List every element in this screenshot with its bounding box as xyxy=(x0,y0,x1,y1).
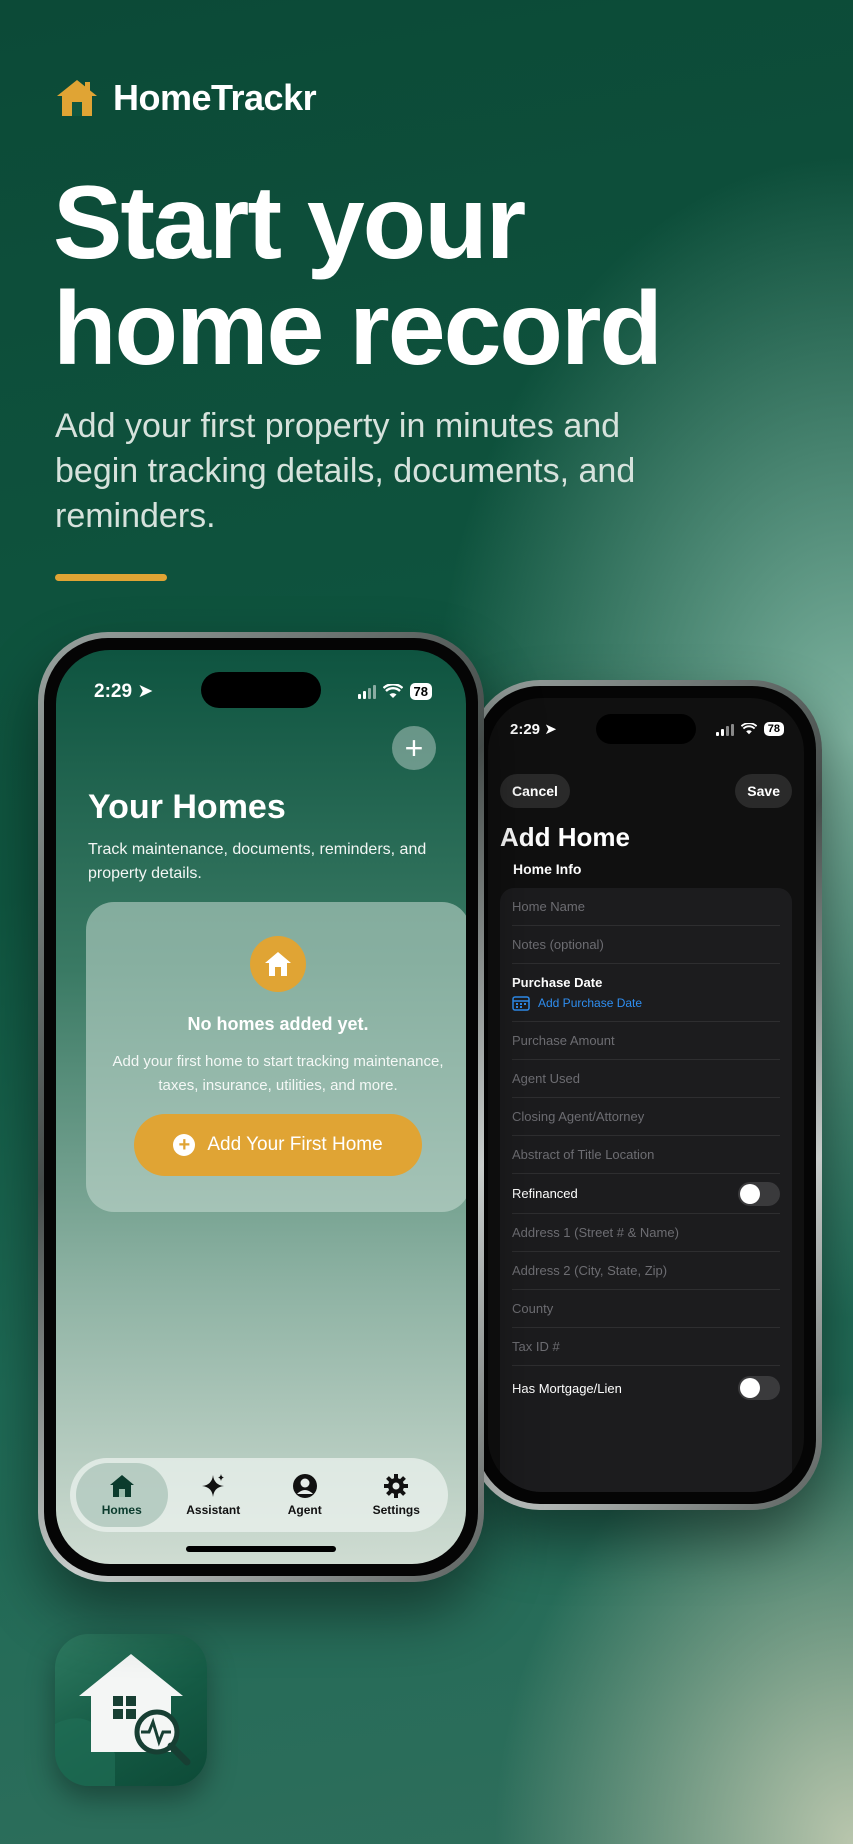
abstract-title-field[interactable]: Abstract of Title Location xyxy=(512,1136,780,1174)
refinanced-toggle[interactable] xyxy=(738,1181,780,1206)
refinanced-label: Refinanced xyxy=(512,1186,578,1201)
empty-title: No homes added yet. xyxy=(187,1014,369,1034)
plus-icon: + xyxy=(404,730,424,766)
add-first-home-button[interactable]: + Add Your First Home xyxy=(134,1114,422,1176)
cellular-signal-icon xyxy=(715,722,734,736)
add-home-screen: 2:29 ➤ 78 Cancel Save Add Home Home Info… xyxy=(488,698,804,1492)
page-description: Track maintenance, documents, reminders,… xyxy=(88,841,427,882)
cellular-signal-icon xyxy=(357,684,376,699)
person-icon xyxy=(292,1474,317,1498)
save-button[interactable]: Save xyxy=(735,774,792,808)
tab-agent[interactable]: Agent xyxy=(259,1463,351,1527)
tab-bar: Homes Assistant Agent Settings xyxy=(70,1458,448,1532)
closing-agent-field[interactable]: Closing Agent/Attorney xyxy=(512,1098,780,1136)
refinanced-row: Refinanced xyxy=(512,1174,780,1214)
wifi-icon xyxy=(382,684,403,698)
agent-used-field[interactable]: Agent Used xyxy=(512,1060,780,1098)
home-info-form: Home Name Notes (optional) Purchase Date… xyxy=(500,888,792,1492)
location-arrow-icon: ➤ xyxy=(544,721,557,738)
empty-state-card: No homes added yet. Add your first home … xyxy=(86,902,466,1212)
add-purchase-date-link[interactable]: Add Purchase Date xyxy=(512,995,642,1011)
has-mortgage-label: Has Mortgage/Lien xyxy=(512,1380,622,1396)
county-field[interactable]: County xyxy=(512,1290,780,1328)
phone-add-home: 2:29 ➤ 78 Cancel Save Add Home Home Info… xyxy=(470,680,822,1510)
brand-header: HomeTrackr xyxy=(55,76,317,120)
brand-name: HomeTrackr xyxy=(113,77,317,118)
form-title: Add Home xyxy=(500,822,630,852)
status-time: 2:29 ➤ xyxy=(510,721,557,738)
app-icon xyxy=(55,1634,207,1786)
add-first-home-label: Add Your First Home xyxy=(207,1134,383,1155)
cancel-button[interactable]: Cancel xyxy=(500,774,570,808)
status-bar: 2:29 ➤ 78 xyxy=(56,680,466,703)
tab-settings[interactable]: Settings xyxy=(351,1463,443,1527)
page-title: Your Homes xyxy=(88,788,286,826)
home-name-field[interactable]: Home Name xyxy=(512,888,780,926)
phone-bezel: 2:29 ➤ 78 Cancel Save Add Home Home Info… xyxy=(476,686,816,1504)
phone-homes: 2:29 ➤ 78 + Your Homes Track maintenance… xyxy=(38,632,484,1582)
status-time: 2:29 ➤ xyxy=(94,681,154,702)
has-mortgage-row: Has Mortgage/Lien xyxy=(512,1366,780,1410)
address1-field[interactable]: Address 1 (Street # & Name) xyxy=(512,1214,780,1252)
location-arrow-icon: ➤ xyxy=(137,681,154,702)
homes-screen: 2:29 ➤ 78 + Your Homes Track maintenance… xyxy=(56,650,466,1564)
empty-house-badge xyxy=(250,936,306,992)
hero-subhead: Add your first property in minutes and b… xyxy=(55,407,636,535)
home-indicator xyxy=(186,1546,336,1552)
tab-homes-label: Homes xyxy=(101,1503,142,1517)
tab-homes[interactable]: Homes xyxy=(76,1463,168,1527)
empty-description: Add your first home to start tracking ma… xyxy=(112,1053,444,1094)
phone-bezel: 2:29 ➤ 78 + Your Homes Track maintenance… xyxy=(44,638,478,1576)
wifi-icon xyxy=(740,723,757,735)
house-icon xyxy=(57,80,97,116)
sparkle-icon xyxy=(202,1474,225,1497)
tab-assistant[interactable]: Assistant xyxy=(168,1463,260,1527)
address2-field[interactable]: Address 2 (City, State, Zip) xyxy=(512,1252,780,1290)
notes-field[interactable]: Notes (optional) xyxy=(512,926,780,964)
tab-assistant-label: Assistant xyxy=(186,1503,241,1517)
house-monitor-icon xyxy=(55,1654,191,1786)
tax-id-field[interactable]: Tax ID # xyxy=(512,1328,780,1366)
add-purchase-date-label: Add Purchase Date xyxy=(538,995,643,1010)
battery-indicator: 78 xyxy=(763,722,784,736)
calendar-icon xyxy=(512,995,530,1011)
section-header: Home Info xyxy=(513,861,582,877)
gear-icon xyxy=(384,1474,409,1498)
tab-settings-label: Settings xyxy=(372,1503,420,1517)
house-icon xyxy=(265,952,291,976)
house-icon xyxy=(109,1475,134,1497)
battery-indicator: 78 xyxy=(409,683,432,700)
plus-circle-icon: + xyxy=(173,1134,196,1156)
hero-headline: Start your home record xyxy=(53,170,773,382)
purchase-date-label: Purchase Date xyxy=(512,974,603,990)
has-mortgage-toggle[interactable] xyxy=(738,1376,780,1400)
headline-line-2: home record xyxy=(53,271,663,387)
accent-divider xyxy=(55,574,167,581)
headline-line-1: Start your xyxy=(53,165,526,281)
purchase-date-row: Purchase Date Add Purchase Date xyxy=(512,964,780,1022)
status-bar: 2:29 ➤ 78 xyxy=(488,720,804,738)
add-home-plus-button[interactable]: + xyxy=(392,726,436,770)
tab-agent-label: Agent xyxy=(287,1503,322,1517)
purchase-amount-field[interactable]: Purchase Amount xyxy=(512,1022,780,1060)
